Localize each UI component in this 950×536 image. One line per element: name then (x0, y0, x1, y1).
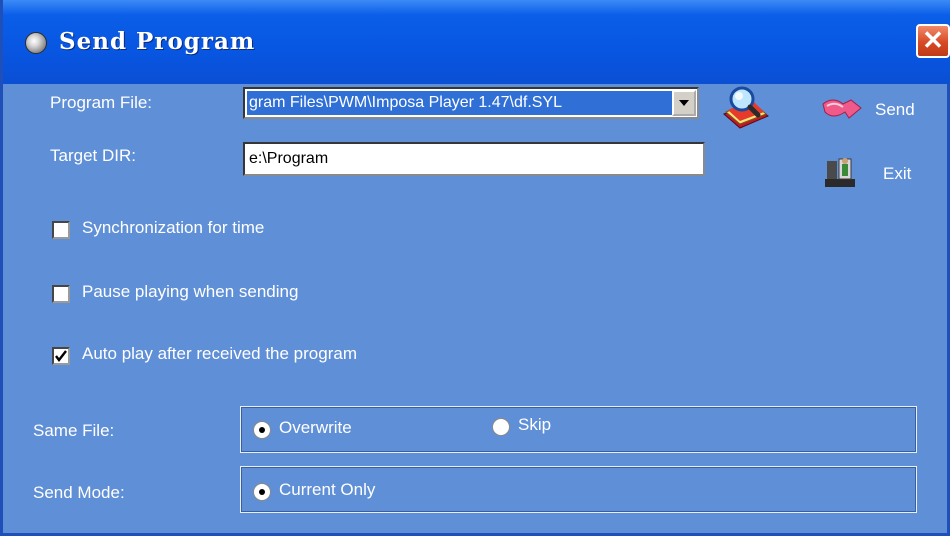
radio-button[interactable] (253, 483, 271, 501)
target-dir-label: Target DIR: (50, 146, 136, 165)
window-title: Send Program (59, 28, 256, 55)
exit-button-label: Exit (883, 164, 912, 183)
radio-label: Current Only (279, 480, 376, 499)
program-file-label: Program File: (50, 93, 153, 112)
dropdown-arrow-icon (679, 100, 689, 106)
send-icon (822, 99, 862, 119)
radio-label: Skip (518, 415, 552, 434)
radio-label: Overwrite (279, 418, 352, 437)
radio-button[interactable] (253, 421, 271, 439)
same-file-label: Same File: (33, 421, 115, 440)
window-system-icon[interactable] (25, 32, 47, 54)
checkbox-box[interactable] (52, 347, 70, 365)
exit-icon (825, 158, 855, 187)
checkbox-box[interactable] (52, 221, 70, 239)
close-icon: ✕ (922, 25, 944, 55)
send-mode-label: Send Mode: (33, 483, 125, 502)
checkbox-label: Auto play after received the program (82, 344, 357, 363)
checkbox-box[interactable] (52, 285, 70, 303)
program-file-combobox[interactable]: gram Files\PWM\Imposa Player 1.47\df.SYL (243, 87, 699, 119)
target-dir-input[interactable]: e:\Program (243, 142, 705, 176)
exit-button[interactable]: Exit (823, 155, 933, 189)
checkmark-icon (55, 350, 67, 362)
close-button[interactable]: ✕ (916, 24, 950, 58)
checkbox-label: Synchronization for time (82, 218, 265, 237)
send-button-label: Send (875, 100, 915, 119)
title-bar[interactable]: Send Program ✕ (3, 0, 950, 84)
program-file-value: gram Files\PWM\Imposa Player 1.47\df.SYL (247, 91, 672, 115)
send-program-dialog: Send Program ✕ Program File: gram Files\… (0, 0, 950, 536)
radio-button[interactable] (492, 418, 510, 436)
program-file-dropdown-button[interactable] (672, 90, 696, 116)
send-button[interactable]: Send (821, 96, 931, 126)
browse-icon[interactable] (722, 86, 772, 130)
checkbox-label: Pause playing when sending (82, 282, 299, 301)
